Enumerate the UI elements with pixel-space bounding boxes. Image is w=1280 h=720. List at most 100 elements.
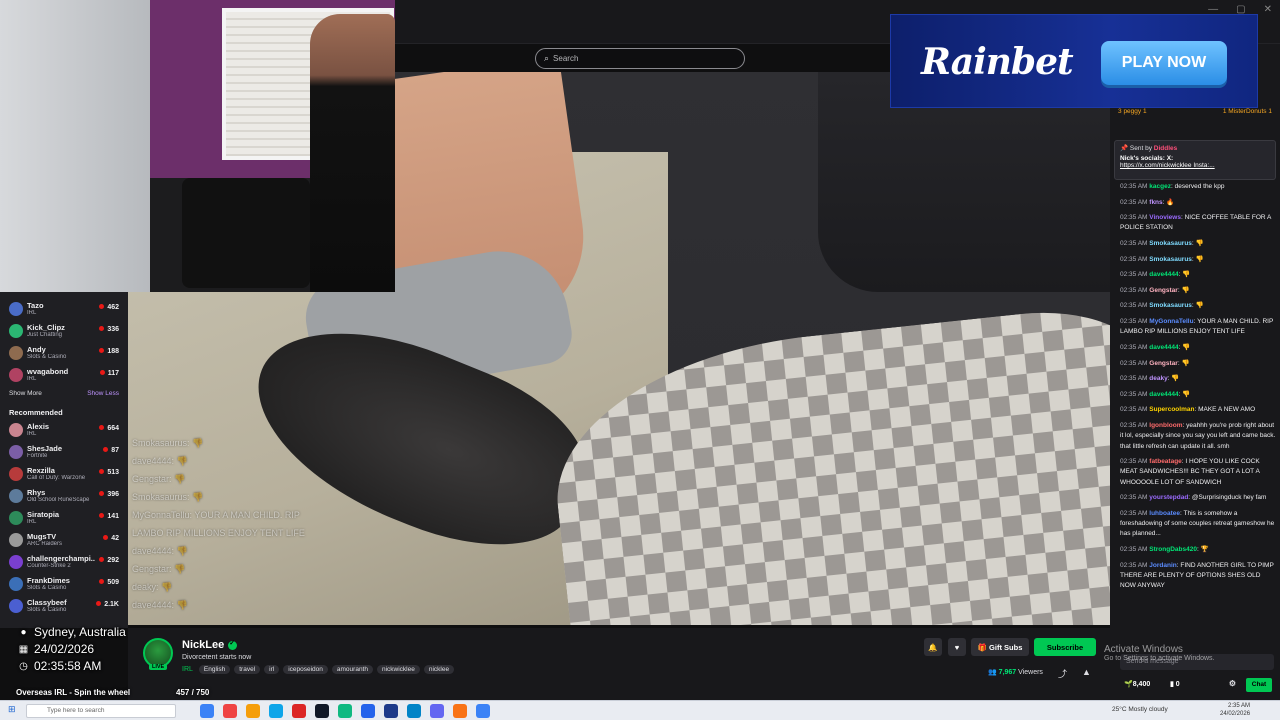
channel-name: Rexzilla bbox=[27, 466, 55, 475]
streamer-name[interactable]: NickLee bbox=[182, 639, 224, 651]
sidebar-channel[interactable]: FrankDimes Slots & Casino 509 bbox=[0, 573, 128, 595]
chat-username[interactable]: Vinoviews bbox=[1149, 214, 1181, 221]
channel-category: Just Chatting bbox=[27, 332, 63, 338]
stream-tag[interactable]: travel bbox=[234, 665, 261, 674]
taskbar-weather[interactable]: 25°C Mostly cloudy bbox=[1112, 706, 1168, 713]
close-icon[interactable]: ✕ bbox=[1264, 4, 1272, 15]
chat-username[interactable]: dave4444 bbox=[1149, 271, 1178, 278]
chat-message: 02:35 AM Smokasaurus: 👎 bbox=[1120, 255, 1204, 263]
chat-timestamp: 02:35 AM bbox=[1120, 406, 1148, 414]
chat-username[interactable]: kacgez bbox=[1149, 183, 1171, 190]
taskbar-app-icon[interactable] bbox=[223, 704, 237, 718]
channel-name: MugsTV bbox=[27, 532, 57, 541]
search-input[interactable]: ⌕ Search bbox=[535, 48, 745, 69]
channel-name: Alexis bbox=[27, 422, 50, 431]
secondary-points[interactable]: ▮ 0 bbox=[1170, 680, 1180, 688]
taskbar-app-icon[interactable] bbox=[200, 704, 214, 718]
channel-avatar bbox=[9, 324, 23, 338]
chat-username[interactable]: StrongDabs420 bbox=[1149, 546, 1197, 553]
chat-send-button[interactable]: Chat bbox=[1246, 678, 1272, 692]
taskbar-app-icon[interactable] bbox=[315, 704, 329, 718]
sidebar-channel[interactable]: ShesJade Fortnite 87 bbox=[0, 441, 128, 463]
share-icon[interactable]: ⤴ bbox=[1058, 667, 1067, 680]
taskbar-app-icon[interactable] bbox=[430, 704, 444, 718]
sidebar-channel[interactable]: Rexzilla Call of Duty: Warzone 513 bbox=[0, 463, 128, 485]
sidebar-channel[interactable]: wvagabond IRL 117 bbox=[0, 364, 128, 386]
show-more-link[interactable]: Show More bbox=[9, 390, 42, 398]
taskbar-app-icon[interactable] bbox=[338, 704, 352, 718]
taskbar-clock[interactable]: 2:35 AM 24/02/2026 bbox=[1220, 702, 1250, 718]
channel-viewer-count: 117 bbox=[100, 370, 119, 377]
channel-viewer-count: 664 bbox=[99, 425, 119, 432]
overlay-chat-line: deaky: 👎 bbox=[132, 582, 173, 592]
report-icon[interactable]: ▲ bbox=[1082, 667, 1091, 677]
channel-viewer-count: 188 bbox=[99, 348, 119, 355]
chat-username[interactable]: Smokasaurus bbox=[1149, 256, 1192, 263]
chat-username[interactable]: Smokasaurus bbox=[1149, 240, 1192, 247]
chat-username[interactable]: Jordanin bbox=[1149, 562, 1176, 569]
activate-title: Activate Windows bbox=[1104, 644, 1183, 655]
taskbar-app-icon[interactable] bbox=[269, 704, 283, 718]
sidebar-channel[interactable]: Andy Slots & Casino 188 bbox=[0, 342, 128, 364]
pinned-link[interactable]: https://x.com/nickwicklee Insta:... bbox=[1120, 162, 1270, 169]
sidebar-channel[interactable]: Alexis IRL 664 bbox=[0, 419, 128, 441]
chat-username[interactable]: dave4444 bbox=[1149, 344, 1178, 351]
channel-viewer-count: 2.1K bbox=[96, 601, 119, 608]
notifications-button[interactable]: 🔔 bbox=[924, 638, 942, 656]
taskbar-app-icon[interactable] bbox=[292, 704, 306, 718]
taskbar-app-icon[interactable] bbox=[407, 704, 421, 718]
taskbar-app-icon[interactable] bbox=[361, 704, 375, 718]
follow-button[interactable]: ♥ bbox=[948, 638, 966, 656]
chat-message: 02:35 AM Supercoolman: MAKE A NEW AMO bbox=[1120, 406, 1256, 414]
taskbar-search[interactable]: Type here to search bbox=[26, 704, 176, 718]
sidebar-channel[interactable]: Kick_Clipz Just Chatting 336 bbox=[0, 320, 128, 342]
stream-tag[interactable]: irl bbox=[264, 665, 280, 674]
channel-viewer-count: 396 bbox=[99, 491, 119, 498]
taskbar-app-icon[interactable] bbox=[246, 704, 260, 718]
sidebar-channel[interactable]: Siratopia IRL 141 bbox=[0, 507, 128, 529]
chat-username[interactable]: Igonbloom bbox=[1149, 422, 1182, 429]
channel-points[interactable]: 🌱8,400 bbox=[1124, 680, 1150, 688]
sidebar-channel[interactable]: Rhys Old School RuneScape 396 bbox=[0, 485, 128, 507]
chat-username[interactable]: dave4444 bbox=[1149, 391, 1178, 398]
chat-username[interactable]: Gengstar bbox=[1149, 360, 1178, 367]
chat-username[interactable]: MyGonnaTellu bbox=[1149, 318, 1193, 325]
chat-username[interactable]: deaky bbox=[1149, 375, 1167, 382]
recommended-heading: Recommended bbox=[9, 408, 63, 417]
sidebar-channel[interactable]: MugsTV ARC Raiders 42 bbox=[0, 529, 128, 551]
search-placeholder: Search bbox=[553, 54, 579, 63]
stream-tag[interactable]: nicklee bbox=[423, 665, 455, 674]
stream-tag[interactable]: amouranth bbox=[331, 665, 373, 674]
taskbar-app-icon[interactable] bbox=[384, 704, 398, 718]
stream-tag[interactable]: iceposeidon bbox=[283, 665, 328, 674]
sidebar-channel[interactable]: Classybeef Slots & Casino 2.1K bbox=[0, 595, 128, 617]
bell-icon: 🔔 bbox=[928, 642, 938, 652]
leaderboard-row: 3 peggy 11 MisterDonuts 1 bbox=[1118, 108, 1272, 115]
chat-panel: 3 peggy 11 MisterDonuts 1 📌 Sent by Didd… bbox=[1110, 44, 1280, 700]
subscribe-button[interactable]: Subscribe bbox=[1034, 638, 1096, 656]
stream-tag[interactable]: nickwicklee bbox=[376, 665, 420, 674]
channel-avatar bbox=[9, 511, 23, 525]
rainbet-ad-banner[interactable]: Rainbet PLAY NOW bbox=[890, 14, 1258, 108]
chat-username[interactable]: fatbeatage bbox=[1149, 458, 1182, 465]
chat-username[interactable]: fkns bbox=[1149, 199, 1162, 206]
chat-username[interactable]: yourstepdad bbox=[1149, 494, 1188, 501]
stream-tag[interactable]: English bbox=[198, 665, 231, 674]
chat-username[interactable]: Gengstar bbox=[1149, 287, 1178, 294]
taskbar-app-icon[interactable] bbox=[476, 704, 490, 718]
gift-subs-button[interactable]: 🎁 Gift Subs bbox=[971, 638, 1029, 656]
chat-username[interactable]: Supercoolman bbox=[1149, 406, 1194, 413]
category-link[interactable]: IRL bbox=[182, 666, 193, 673]
overlay-chat-line: Smokasaurus: 👎 bbox=[132, 492, 204, 502]
show-less-link[interactable]: Show Less bbox=[87, 390, 119, 398]
play-now-button[interactable]: PLAY NOW bbox=[1101, 41, 1227, 85]
windows-start-icon[interactable]: ⊞ bbox=[8, 704, 16, 715]
chat-username[interactable]: luhboatee bbox=[1149, 510, 1180, 517]
taskbar-app-icon[interactable] bbox=[453, 704, 467, 718]
sidebar-channel[interactable]: Tazo IRL 462 bbox=[0, 298, 128, 320]
overlay-chat-line: dave4444: 👎 bbox=[132, 600, 188, 610]
chat-settings-icon[interactable]: ⚙ bbox=[1229, 679, 1236, 688]
pinned-message[interactable]: 📌 Sent by Diddles Nick's socials: X: htt… bbox=[1114, 140, 1276, 180]
sidebar-channel[interactable]: challengerchampi... Counter-Strike 2 292 bbox=[0, 551, 128, 573]
chat-username[interactable]: Smokasaurus bbox=[1149, 302, 1192, 309]
